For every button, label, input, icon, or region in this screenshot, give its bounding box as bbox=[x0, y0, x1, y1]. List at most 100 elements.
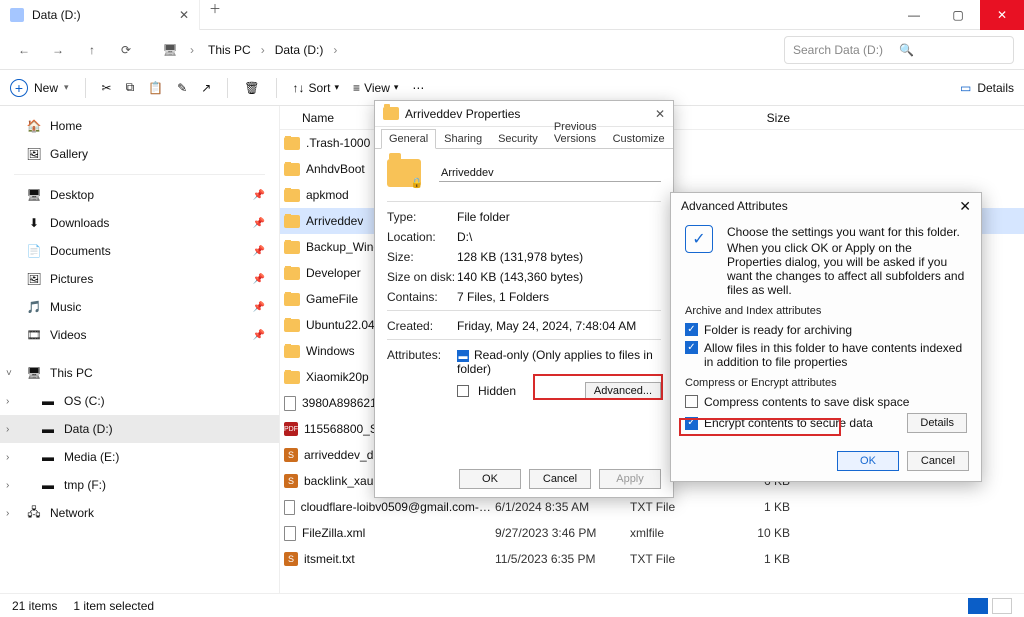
copy-button[interactable]: ⧉ bbox=[126, 80, 135, 95]
properties-tab[interactable]: Sharing bbox=[436, 129, 490, 149]
cut-button[interactable]: ✂ bbox=[102, 81, 112, 95]
column-size[interactable]: Size bbox=[730, 111, 810, 125]
sidebar-item[interactable]: 🖼Pictures📌 bbox=[0, 265, 279, 293]
sidebar-item[interactable]: ›▬Media (E:) bbox=[0, 443, 279, 471]
sidebar-item[interactable]: 🖼 Gallery bbox=[0, 140, 279, 168]
file-icon bbox=[284, 241, 300, 254]
properties-cancel-button[interactable]: Cancel bbox=[529, 469, 591, 489]
file-row[interactable]: Sitsmeit.txt11/5/2023 6:35 PMTXT File1 K… bbox=[280, 546, 1024, 572]
sidebar-label: Downloads bbox=[50, 216, 109, 230]
titlebar: Data (D:) ✕ ＋ — ▢ ✕ bbox=[0, 0, 1024, 30]
new-tab-button[interactable]: ＋ bbox=[200, 0, 230, 17]
sort-button[interactable]: ↑↓ Sort ▾ bbox=[293, 81, 340, 95]
search-placeholder: Search Data (D:) bbox=[793, 43, 899, 57]
details-pane-button[interactable]: ▭ Details bbox=[960, 81, 1014, 95]
sidebar-item[interactable]: ›▬Data (D:) bbox=[0, 415, 279, 443]
advanced-desc2: When you click OK or Apply on the Proper… bbox=[727, 241, 967, 297]
window-tab[interactable]: Data (D:) ✕ bbox=[0, 0, 200, 30]
encrypt-checkbox[interactable]: ✓ bbox=[685, 417, 698, 430]
readonly-checkbox[interactable]: ▬ bbox=[457, 350, 469, 362]
sidebar-item[interactable]: ›🖧Network bbox=[0, 499, 279, 527]
breadcrumb-drive[interactable]: Data (D:) bbox=[271, 39, 328, 61]
hidden-checkbox[interactable] bbox=[457, 385, 469, 397]
back-button[interactable]: ← bbox=[10, 36, 38, 64]
properties-tab[interactable]: Previous Versions bbox=[546, 117, 605, 149]
refresh-button[interactable]: ⟳ bbox=[112, 36, 140, 64]
close-window-button[interactable]: ✕ bbox=[980, 0, 1024, 30]
sidebar-icon: 🏠 bbox=[26, 118, 42, 134]
sidebar-icon: 🖥 bbox=[26, 187, 42, 203]
sidebar-item[interactable]: 🎞Videos📌 bbox=[0, 321, 279, 349]
pin-icon: 📌 bbox=[253, 246, 265, 257]
properties-tab[interactable]: General bbox=[381, 129, 436, 149]
prop-contains: 7 Files, 1 Folders bbox=[457, 290, 549, 304]
more-button[interactable]: ⋯ bbox=[412, 81, 424, 95]
new-button[interactable]: + New ▾ bbox=[10, 79, 69, 97]
file-icon bbox=[284, 526, 296, 541]
sidebar-icon: ▬ bbox=[40, 477, 56, 493]
prop-created: Friday, May 24, 2024, 7:48:04 AM bbox=[457, 319, 636, 333]
index-checkbox[interactable]: ✓ bbox=[685, 341, 698, 354]
folder-name-input[interactable] bbox=[439, 165, 661, 182]
advanced-ok-button[interactable]: OK bbox=[837, 451, 899, 471]
advanced-cancel-button[interactable]: Cancel bbox=[907, 451, 969, 471]
file-icon: S bbox=[284, 552, 298, 566]
advanced-close-button[interactable]: ✕ bbox=[959, 198, 971, 215]
maximize-button[interactable]: ▢ bbox=[936, 0, 980, 30]
chevron-icon: › bbox=[333, 43, 337, 57]
properties-close-button[interactable]: ✕ bbox=[655, 107, 665, 121]
file-row[interactable]: FileZilla.xml9/27/2023 3:46 PMxmlfile10 … bbox=[280, 520, 1024, 546]
tab-close-icon[interactable]: ✕ bbox=[179, 8, 189, 22]
sidebar: 🏠Home 🖼 Gallery 🖥Desktop📌⬇Downloads📌📄Docume… bbox=[0, 106, 280, 593]
search-input[interactable]: Search Data (D:) 🔍 bbox=[784, 36, 1014, 64]
file-name: itsmeit.txt bbox=[304, 552, 355, 566]
chevron-icon: › bbox=[190, 43, 194, 57]
up-button[interactable]: ↑ bbox=[78, 36, 106, 64]
file-name: GameFile bbox=[306, 292, 358, 306]
share-button[interactable]: ↗ bbox=[201, 81, 211, 95]
file-name: apkmod bbox=[306, 188, 349, 202]
sidebar-item[interactable]: ˅🖥This PC bbox=[0, 359, 279, 387]
file-name: .Trash-1000 bbox=[306, 136, 370, 150]
view-button[interactable]: ≡ View ▾ bbox=[353, 81, 398, 95]
properties-tab[interactable]: Security bbox=[490, 129, 546, 149]
compress-checkbox[interactable] bbox=[685, 395, 698, 408]
paste-button[interactable]: 📋 bbox=[148, 81, 163, 95]
properties-dialog: Arriveddev Properties ✕ GeneralSharingSe… bbox=[374, 100, 674, 498]
archive-checkbox[interactable]: ✓ bbox=[685, 323, 698, 336]
sidebar-item[interactable]: ›▬OS (C:) bbox=[0, 387, 279, 415]
file-name: cloudflare-loibv0509@gmail.com-2024.0… bbox=[301, 500, 495, 514]
rename-button[interactable]: ✎ bbox=[177, 81, 187, 95]
monitor-icon[interactable]: 🖥 bbox=[156, 36, 184, 64]
file-name: arriveddev_dll bbox=[304, 448, 379, 462]
advanced-button[interactable]: Advanced... bbox=[585, 382, 661, 400]
view-list-icon[interactable] bbox=[968, 598, 988, 614]
sidebar-label: Gallery bbox=[50, 147, 88, 161]
encrypt-details-button[interactable]: Details bbox=[907, 413, 967, 433]
folder-icon bbox=[383, 107, 399, 120]
forward-button[interactable]: → bbox=[44, 36, 72, 64]
search-icon: 🔍 bbox=[899, 43, 1005, 57]
properties-tab[interactable]: Customize bbox=[605, 129, 673, 149]
sidebar-item[interactable]: 🎵Music📌 bbox=[0, 293, 279, 321]
sidebar-item[interactable]: 🏠Home bbox=[0, 112, 279, 140]
sidebar-item[interactable]: 📄Documents📌 bbox=[0, 237, 279, 265]
chevron-icon: › bbox=[261, 43, 265, 57]
view-grid-icon[interactable] bbox=[992, 598, 1012, 614]
sidebar-item[interactable]: 🖥Desktop📌 bbox=[0, 181, 279, 209]
folder-lock-icon bbox=[387, 159, 421, 187]
file-icon bbox=[284, 371, 300, 384]
delete-button[interactable]: 🗑 bbox=[244, 81, 259, 95]
sidebar-icon: 🖼 bbox=[26, 146, 42, 162]
prop-location: D:\ bbox=[457, 230, 472, 244]
properties-ok-button[interactable]: OK bbox=[459, 469, 521, 489]
minimize-button[interactable]: — bbox=[892, 0, 936, 30]
sidebar-icon: ▬ bbox=[40, 449, 56, 465]
sidebar-label: This PC bbox=[50, 366, 93, 380]
sidebar-item[interactable]: ⬇Downloads📌 bbox=[0, 209, 279, 237]
breadcrumb-thispc[interactable]: This PC bbox=[204, 39, 255, 61]
sidebar-item[interactable]: ›▬tmp (F:) bbox=[0, 471, 279, 499]
file-icon bbox=[284, 500, 295, 515]
file-icon bbox=[284, 319, 300, 332]
properties-apply-button[interactable]: Apply bbox=[599, 469, 661, 489]
